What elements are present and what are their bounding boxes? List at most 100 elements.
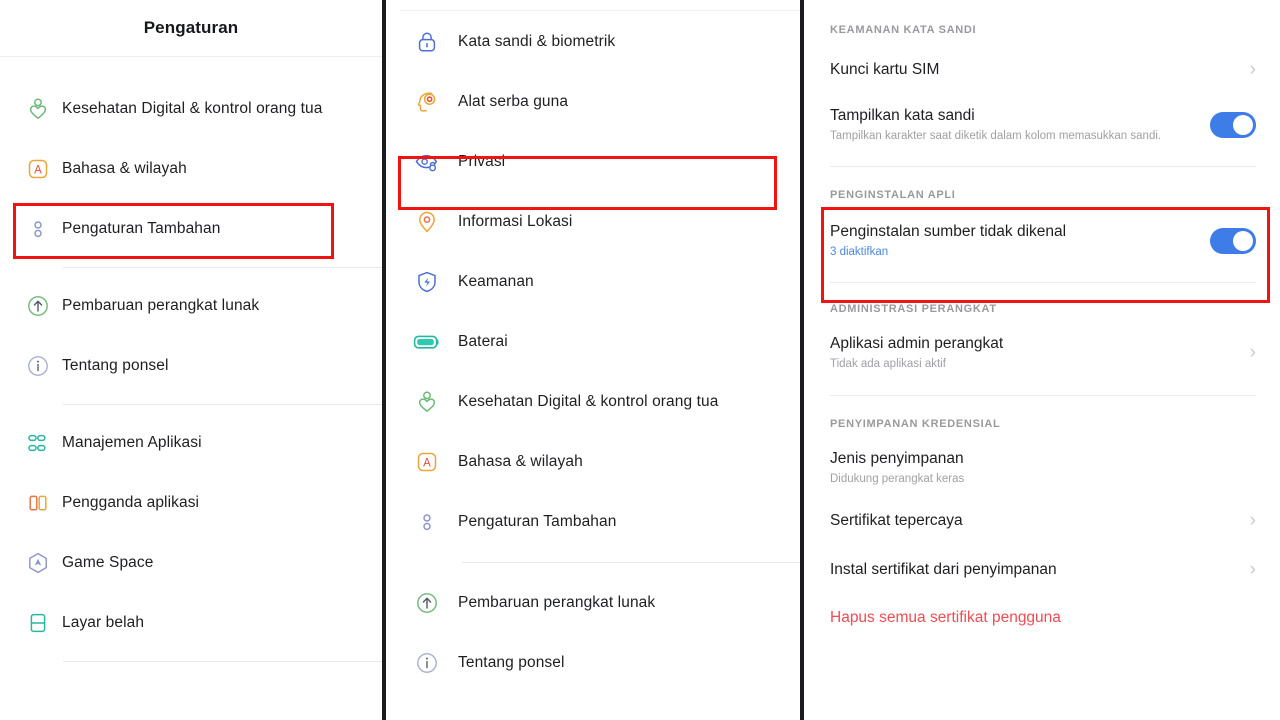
svg-text:A: A <box>34 165 42 177</box>
toggle-knob <box>1233 231 1253 251</box>
digital-wellbeing-icon <box>396 390 458 414</box>
settings-item-bahasa-wilayah[interactable]: A Bahasa & wilayah <box>386 432 800 492</box>
sidebar-item-layar-belah[interactable]: Layar belah <box>0 593 382 653</box>
settings-item-kesehatan-digital[interactable]: Kesehatan Digital & kontrol orang tua <box>386 372 800 432</box>
setting-row-kunci-kartu-sim[interactable]: Kunci kartu SIM › <box>830 60 1256 79</box>
security-shield-icon <box>396 270 458 294</box>
setting-title: Penginstalan sumber tidak dikenal <box>830 223 1066 241</box>
toggle-knob <box>1233 115 1253 135</box>
app-cloner-icon <box>14 492 62 514</box>
setting-title: Aplikasi admin perangkat <box>830 335 1003 353</box>
sidebar-item-pembaruan-perangkat-lunak[interactable]: Pembaruan perangkat lunak <box>0 276 382 336</box>
svg-text:A: A <box>423 458 431 470</box>
p1-group-2: Pembaruan perangkat lunak Tentang ponsel <box>0 268 382 396</box>
chevron-right-icon: › <box>1250 560 1256 579</box>
settings-item-keamanan[interactable]: Keamanan <box>386 252 800 312</box>
software-update-icon <box>14 294 62 318</box>
chevron-right-icon: › <box>1250 343 1256 362</box>
p2-group-2: Pembaruan perangkat lunak Tentang ponsel <box>386 563 800 693</box>
settings-item-kata-sandi-biometrik[interactable]: Kata sandi & biometrik <box>386 12 800 72</box>
panel-privacy-detail: KEAMANAN KATA SANDI Kunci kartu SIM › Ta… <box>804 0 1280 720</box>
settings-item-label: Kata sandi & biometrik <box>458 33 615 51</box>
sidebar-item-label: Pembaruan perangkat lunak <box>62 297 259 315</box>
settings-item-label: Pembaruan perangkat lunak <box>458 594 655 612</box>
panel-settings-main: Pengaturan Kesehatan Digital & kontrol o… <box>0 0 382 720</box>
sidebar-item-kesehatan-digital[interactable]: Kesehatan Digital & kontrol orang tua <box>0 79 382 139</box>
divider <box>830 166 1256 167</box>
setting-row-aplikasi-admin-perangkat[interactable]: Aplikasi admin perangkat Tidak ada aplik… <box>830 335 1256 370</box>
setting-row-tampilkan-kata-sandi[interactable]: Tampilkan kata sandi Tampilkan karakter … <box>830 107 1256 142</box>
sidebar-item-tentang-ponsel[interactable]: Tentang ponsel <box>0 336 382 396</box>
setting-row-jenis-penyimpanan[interactable]: Jenis penyimpanan Didukung perangkat ker… <box>830 450 1256 485</box>
settings-item-alat-serba-guna[interactable]: Alat serba guna <box>386 72 800 132</box>
panel-settings-scrolled: Kata sandi & biometrik Alat serba guna <box>386 0 800 720</box>
settings-item-pengaturan-tambahan[interactable]: Pengaturan Tambahan <box>386 492 800 552</box>
setting-title: Jenis penyimpanan <box>830 450 964 468</box>
setting-subtitle: Tampilkan karakter saat diketik dalam ko… <box>830 130 1161 142</box>
settings-item-label: Baterai <box>458 333 508 351</box>
settings-item-pembaruan-perangkat-lunak[interactable]: Pembaruan perangkat lunak <box>386 573 800 633</box>
toggle-penginstalan-sumber-tidak-dikenal[interactable] <box>1210 228 1256 254</box>
sidebar-item-label: Tentang ponsel <box>62 357 169 375</box>
setting-title: Instal sertifikat dari penyimpanan <box>830 561 1057 579</box>
sidebar-item-pengganda-aplikasi[interactable]: Pengganda aplikasi <box>0 473 382 533</box>
p2-group-1: Kata sandi & biometrik Alat serba guna <box>386 11 800 552</box>
battery-icon <box>396 333 458 351</box>
settings-item-label: Tentang ponsel <box>458 654 565 672</box>
settings-item-tentang-ponsel[interactable]: Tentang ponsel <box>386 633 800 693</box>
p1-group-3: Manajemen Aplikasi Pengganda aplikasi <box>0 405 382 653</box>
privacy-eye-icon <box>396 151 458 173</box>
software-update-icon <box>396 591 458 615</box>
about-phone-icon <box>396 651 458 675</box>
settings-item-label: Pengaturan Tambahan <box>458 513 616 531</box>
settings-item-label: Bahasa & wilayah <box>458 453 583 471</box>
setting-title-danger: Hapus semua sertifikat pengguna <box>830 609 1061 627</box>
setting-row-hapus-semua-sertifikat[interactable]: Hapus semua sertifikat pengguna <box>830 609 1256 627</box>
setting-row-instal-sertifikat[interactable]: Instal sertifikat dari penyimpanan › <box>830 560 1256 579</box>
language-icon: A <box>14 158 62 180</box>
split-screen-icon <box>14 612 62 634</box>
section-heading-penginstalan-apli: PENGINSTALAN APLI <box>830 189 1256 201</box>
settings-item-label: Informasi Lokasi <box>458 213 572 231</box>
divider <box>830 282 1256 283</box>
chevron-right-icon: › <box>1250 511 1256 530</box>
p1-group-1: Kesehatan Digital & kontrol orang tua A … <box>0 79 382 259</box>
sidebar-item-pengaturan-tambahan[interactable]: Pengaturan Tambahan <box>0 199 382 259</box>
sidebar-item-label: Game Space <box>62 554 153 572</box>
chevron-right-icon: › <box>1250 60 1256 79</box>
setting-subtitle: Tidak ada aplikasi aktif <box>830 358 1003 370</box>
sidebar-item-manajemen-aplikasi[interactable]: Manajemen Aplikasi <box>0 413 382 473</box>
settings-header: Pengaturan <box>0 0 382 57</box>
sidebar-item-label: Bahasa & wilayah <box>62 160 187 178</box>
section-heading-penyimpanan-kredensial: PENYIMPANAN KREDENSIAL <box>830 418 1256 430</box>
settings-item-label: Keamanan <box>458 273 534 291</box>
setting-row-penginstalan-sumber-tidak-dikenal[interactable]: Penginstalan sumber tidak dikenal 3 diak… <box>830 223 1256 258</box>
smart-assistant-icon <box>396 90 458 114</box>
section-heading-administrasi-perangkat: ADMINISTRASI PERANGKAT <box>830 303 1256 315</box>
location-pin-icon <box>396 210 458 234</box>
divider <box>830 395 1256 396</box>
sidebar-item-bahasa-wilayah[interactable]: A Bahasa & wilayah <box>0 139 382 199</box>
app-management-icon <box>14 432 62 454</box>
language-icon: A <box>396 451 458 473</box>
sidebar-item-game-space[interactable]: Game Space <box>0 533 382 593</box>
sidebar-item-label: Kesehatan Digital & kontrol orang tua <box>62 100 322 118</box>
three-panel-screenshot: Pengaturan Kesehatan Digital & kontrol o… <box>0 0 1280 720</box>
lock-icon <box>396 30 458 54</box>
toggle-tampilkan-kata-sandi[interactable] <box>1210 112 1256 138</box>
setting-row-sertifikat-tepercaya[interactable]: Sertifikat tepercaya › <box>830 511 1256 530</box>
setting-title: Tampilkan kata sandi <box>830 107 1161 125</box>
settings-item-label: Kesehatan Digital & kontrol orang tua <box>458 393 718 411</box>
settings-item-privasi[interactable]: Privasi <box>386 132 800 192</box>
sidebar-item-label: Layar belah <box>62 614 144 632</box>
settings-item-baterai[interactable]: Baterai <box>386 312 800 372</box>
additional-settings-icon <box>396 511 458 533</box>
settings-item-informasi-lokasi[interactable]: Informasi Lokasi <box>386 192 800 252</box>
setting-subtitle-link[interactable]: 3 diaktifkan <box>830 246 1066 258</box>
setting-title: Sertifikat tepercaya <box>830 512 963 530</box>
additional-settings-icon <box>14 218 62 240</box>
divider <box>63 661 382 662</box>
sidebar-item-label: Pengaturan Tambahan <box>62 220 220 238</box>
game-space-icon <box>14 551 62 575</box>
sidebar-item-label: Manajemen Aplikasi <box>62 434 202 452</box>
